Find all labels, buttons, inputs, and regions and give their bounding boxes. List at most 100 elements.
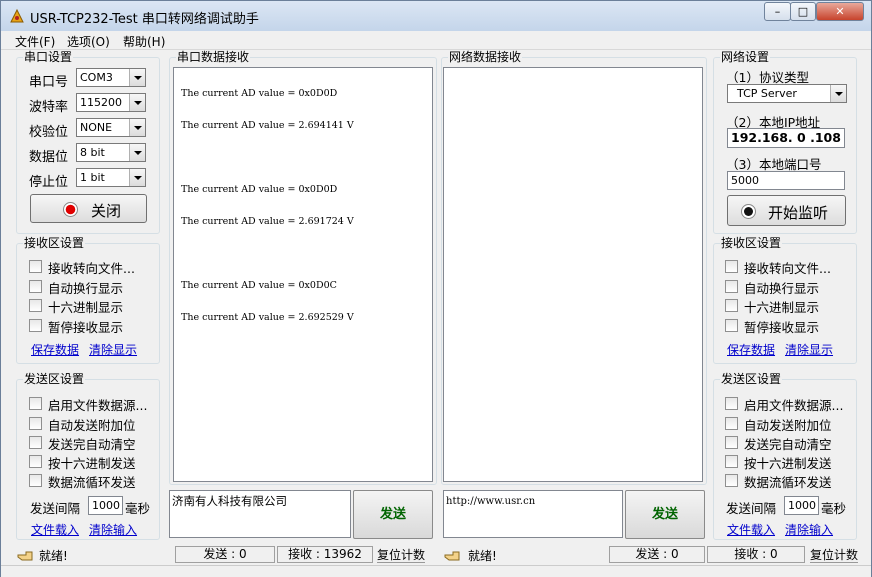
start-listen-button[interactable]: 开始监听 bbox=[727, 195, 846, 226]
chevron-down-icon[interactable] bbox=[129, 69, 145, 86]
network-receive-area[interactable] bbox=[443, 67, 703, 482]
checkbox[interactable] bbox=[29, 417, 42, 430]
checkbox[interactable] bbox=[29, 319, 42, 332]
local-port-input[interactable]: 5000 bbox=[727, 171, 845, 190]
right-save-data-link[interactable]: 保存数据 bbox=[727, 341, 775, 358]
pointing-hand-icon bbox=[17, 551, 33, 561]
stopbits-value: 1 bit bbox=[80, 171, 105, 184]
start-listen-label: 开始监听 bbox=[768, 204, 829, 222]
left-interval-unit: 毫秒 bbox=[125, 501, 151, 516]
left-clear-input-link[interactable]: 清除输入 bbox=[89, 521, 137, 538]
pointing-hand-icon bbox=[444, 551, 460, 561]
serial-settings-title: 串口设置 bbox=[24, 50, 73, 64]
port-value: COM3 bbox=[80, 71, 113, 84]
option-label: 按十六进制发送 bbox=[48, 456, 136, 471]
title-bar[interactable]: USR-TCP232-Test 串口转网络调试助手 – □ ✕ bbox=[1, 1, 871, 31]
parity-select[interactable]: NONE bbox=[76, 118, 146, 137]
left-status-ready: 就绪! bbox=[39, 549, 68, 563]
left-receive-settings-title: 接收区设置 bbox=[24, 236, 85, 250]
checkbox[interactable] bbox=[29, 299, 42, 312]
right-clear-display-link[interactable]: 清除显示 bbox=[785, 341, 833, 358]
checkbox[interactable] bbox=[725, 474, 738, 487]
close-port-button[interactable]: 关闭 bbox=[30, 194, 147, 223]
right-interval-input[interactable]: 1000 bbox=[784, 496, 819, 515]
checkbox[interactable] bbox=[725, 280, 738, 293]
left-load-file-link[interactable]: 文件载入 bbox=[31, 521, 79, 538]
serial-line: The current AD value = 0x0D0C bbox=[181, 280, 337, 291]
baud-label: 波特率 bbox=[29, 100, 69, 115]
baud-select[interactable]: 115200 bbox=[76, 93, 146, 112]
parity-value: NONE bbox=[80, 121, 113, 134]
databits-select[interactable]: 8 bit bbox=[76, 143, 146, 162]
checkbox[interactable] bbox=[29, 436, 42, 449]
chevron-down-icon[interactable] bbox=[129, 169, 145, 186]
menu-bar: 文件(F) 选项(O) 帮助(H) bbox=[1, 31, 871, 50]
serial-line: The current AD value = 0x0D0D bbox=[181, 88, 338, 99]
chevron-down-icon[interactable] bbox=[830, 85, 846, 102]
option-label: 暂停接收显示 bbox=[48, 320, 124, 335]
checkbox[interactable] bbox=[725, 397, 738, 410]
chevron-down-icon[interactable] bbox=[129, 94, 145, 111]
menu-options[interactable]: 选项(O) bbox=[67, 33, 110, 50]
checkbox[interactable] bbox=[725, 436, 738, 449]
right-send-settings-title: 发送区设置 bbox=[721, 372, 782, 386]
checkbox[interactable] bbox=[29, 474, 42, 487]
right-receive-settings-title: 接收区设置 bbox=[721, 236, 782, 250]
option-label: 自动发送附加位 bbox=[744, 418, 832, 433]
right-interval-label: 发送间隔 bbox=[726, 501, 777, 516]
ip-input[interactable]: 192.168. 0 .108 bbox=[727, 128, 845, 148]
checkbox[interactable] bbox=[725, 299, 738, 312]
chevron-down-icon[interactable] bbox=[129, 144, 145, 161]
serial-receive-area[interactable]: The current AD value = 0x0D0D The curren… bbox=[173, 67, 433, 482]
left-save-data-link[interactable]: 保存数据 bbox=[31, 341, 79, 358]
stopbits-select[interactable]: 1 bit bbox=[76, 168, 146, 187]
right-clear-input-link[interactable]: 清除输入 bbox=[785, 521, 833, 538]
serial-line: The current AD value = 2.694141 V bbox=[181, 120, 354, 131]
serial-send-input[interactable]: 济南有人科技有限公司 bbox=[169, 490, 351, 538]
stopbits-label: 停止位 bbox=[29, 175, 69, 190]
checkbox[interactable] bbox=[725, 319, 738, 332]
chevron-down-icon[interactable] bbox=[129, 119, 145, 136]
close-window-button[interactable]: ✕ bbox=[816, 2, 864, 21]
checkbox[interactable] bbox=[29, 280, 42, 293]
option-label: 发送完自动清空 bbox=[48, 437, 136, 452]
left-reset-count-button[interactable]: 复位计数 bbox=[377, 546, 426, 563]
option-label: 接收转向文件... bbox=[48, 261, 135, 276]
maximize-button[interactable]: □ bbox=[790, 2, 816, 21]
menu-help[interactable]: 帮助(H) bbox=[123, 33, 165, 50]
window-title: USR-TCP232-Test 串口转网络调试助手 bbox=[30, 12, 259, 27]
databits-label: 数据位 bbox=[29, 150, 69, 165]
checkbox[interactable] bbox=[29, 455, 42, 468]
left-interval-label: 发送间隔 bbox=[30, 501, 81, 516]
port-select[interactable]: COM3 bbox=[76, 68, 146, 87]
right-status-ready: 就绪! bbox=[468, 549, 497, 563]
checkbox[interactable] bbox=[725, 417, 738, 430]
serial-send-button[interactable]: 发送 bbox=[353, 490, 433, 539]
right-load-file-link[interactable]: 文件载入 bbox=[727, 521, 775, 538]
checkbox[interactable] bbox=[29, 397, 42, 410]
option-label: 十六进制显示 bbox=[744, 300, 820, 315]
serial-line: The current AD value = 0x0D0D bbox=[181, 184, 338, 195]
option-label: 自动换行显示 bbox=[48, 281, 124, 296]
option-label: 自动换行显示 bbox=[744, 281, 820, 296]
network-send-input[interactable]: http://www.usr.cn bbox=[443, 490, 623, 538]
network-send-text: http://www.usr.cn bbox=[446, 496, 536, 507]
network-receive-title: 网络数据接收 bbox=[449, 50, 522, 64]
option-label: 按十六进制发送 bbox=[744, 456, 832, 471]
checkbox[interactable] bbox=[725, 455, 738, 468]
option-label: 启用文件数据源... bbox=[48, 398, 148, 413]
right-reset-count-button[interactable]: 复位计数 bbox=[810, 546, 859, 563]
close-port-label: 关闭 bbox=[91, 202, 122, 220]
right-received-count: 接收 : 0 bbox=[707, 546, 805, 563]
checkbox[interactable] bbox=[725, 260, 738, 273]
parity-label: 校验位 bbox=[29, 125, 69, 140]
menu-file[interactable]: 文件(F) bbox=[15, 33, 55, 50]
left-clear-display-link[interactable]: 清除显示 bbox=[89, 341, 137, 358]
minimize-button[interactable]: – bbox=[764, 2, 791, 21]
protocol-select[interactable]: TCP Server bbox=[727, 84, 847, 103]
network-send-button[interactable]: 发送 bbox=[625, 490, 705, 539]
app-logo-icon bbox=[10, 8, 24, 23]
checkbox[interactable] bbox=[29, 260, 42, 273]
left-received-count: 接收 : 13962 bbox=[277, 546, 373, 563]
left-interval-input[interactable]: 1000 bbox=[88, 496, 123, 515]
